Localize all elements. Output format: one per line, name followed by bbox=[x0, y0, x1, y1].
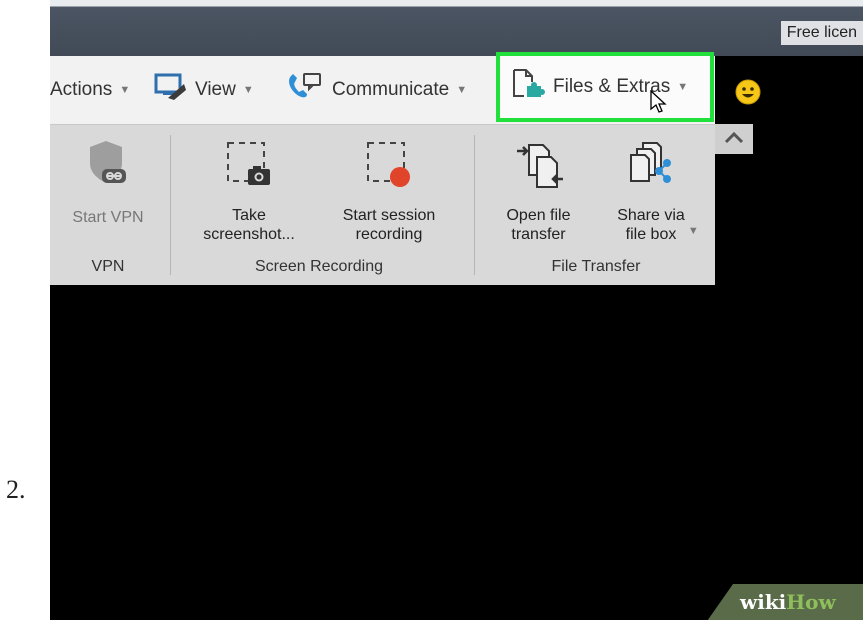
take-screenshot-button[interactable]: Take screenshot... bbox=[184, 139, 314, 244]
divider bbox=[170, 135, 171, 275]
camera-frame-icon bbox=[222, 142, 276, 195]
collapse-ribbon-button[interactable] bbox=[715, 124, 753, 154]
chevron-down-icon: ▼ bbox=[242, 84, 254, 96]
chevron-down-icon: ▼ bbox=[456, 84, 468, 96]
license-label: Free licen bbox=[780, 21, 863, 45]
chevron-down-icon: ▼ bbox=[677, 81, 689, 93]
vpn-group-label: VPN bbox=[91, 258, 125, 275]
chat-phone-icon bbox=[285, 72, 325, 108]
record-frame-icon bbox=[362, 142, 416, 195]
view-menu[interactable]: View ▼ bbox=[154, 72, 254, 108]
start-vpn-label: Start VPN bbox=[72, 209, 144, 226]
step-number: 2. bbox=[6, 475, 26, 504]
screen-recording-group-label: Screen Recording bbox=[254, 258, 384, 275]
share-via-file-box-button[interactable]: Share via file box ▼ bbox=[596, 139, 706, 244]
view-menu-label: View bbox=[195, 79, 236, 100]
puzzle-document-icon bbox=[510, 68, 546, 106]
chevron-down-icon: ▼ bbox=[687, 225, 699, 237]
chevron-down-icon: ▼ bbox=[119, 84, 131, 96]
start-session-recording-button[interactable]: Start session recording bbox=[324, 139, 454, 244]
actions-menu[interactable]: Actions ▼ bbox=[50, 72, 130, 108]
chevron-up-icon bbox=[723, 130, 745, 149]
watermark-part1: wiki bbox=[740, 590, 787, 614]
communicate-menu-label: Communicate bbox=[332, 79, 450, 100]
ribbon-panel: Start VPN VPN Take screenshot... Start s… bbox=[50, 124, 715, 285]
open-file-transfer-button[interactable]: Open file transfer bbox=[486, 139, 591, 244]
menu-bar: Actions ▼ View ▼ Communicate ▼ Files & E… bbox=[50, 52, 863, 124]
open-file-transfer-label: Open file transfer bbox=[506, 207, 571, 243]
smiley-icon[interactable] bbox=[734, 78, 762, 110]
divider bbox=[474, 135, 475, 275]
files-extras-button[interactable]: Files & Extras ▼ bbox=[496, 52, 714, 122]
communicate-menu[interactable]: Communicate ▼ bbox=[285, 72, 467, 108]
file-transfer-icon bbox=[513, 144, 565, 195]
take-screenshot-label: Take screenshot... bbox=[203, 207, 295, 243]
shield-link-icon bbox=[82, 141, 134, 193]
wikihow-watermark: wikiHow bbox=[740, 590, 836, 614]
mouse-pointer-icon bbox=[650, 89, 668, 118]
screenshot-panel: Free licen Actions ▼ View ▼ Communicate … bbox=[50, 0, 863, 620]
file-transfer-group-label: File Transfer bbox=[551, 258, 641, 275]
share-via-file-box-label: Share via file box bbox=[617, 207, 685, 243]
actions-menu-label: Actions bbox=[50, 79, 113, 100]
start-vpn-button[interactable]: Start VPN bbox=[58, 139, 158, 227]
watermark-part2: How bbox=[786, 590, 836, 614]
start-session-recording-label: Start session recording bbox=[342, 207, 436, 243]
title-bar: Free licen bbox=[50, 0, 863, 56]
monitor-icon bbox=[154, 72, 188, 108]
file-share-icon bbox=[623, 142, 679, 195]
